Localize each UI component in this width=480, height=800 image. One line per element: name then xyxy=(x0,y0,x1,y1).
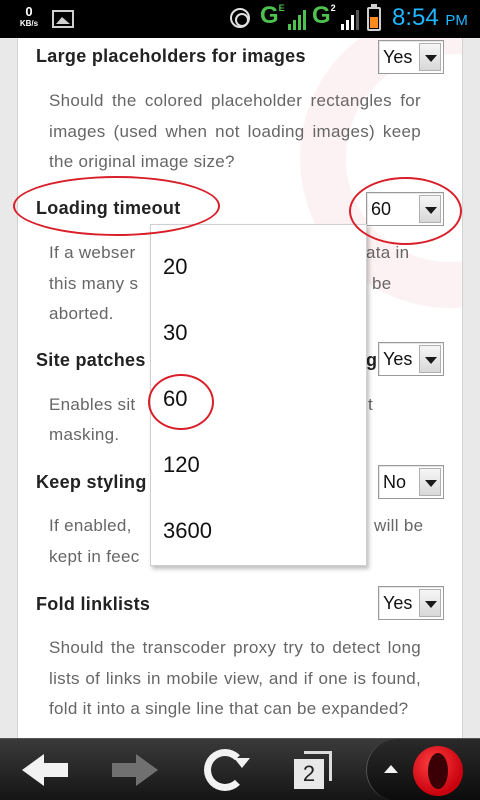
status-bar: 0 KB/s GE G2 8:54 PM xyxy=(0,0,480,38)
chevron-down-icon xyxy=(419,468,441,496)
select-value: Yes xyxy=(383,47,413,67)
setting-description-loading-timeout-tail: aborted. xyxy=(49,304,114,323)
clock: 8:54 PM xyxy=(392,4,468,31)
setting-description-fold-linklists: Should the transcoder proxy try to detec… xyxy=(49,638,421,718)
opera-logo-icon[interactable] xyxy=(413,746,463,796)
select-fold-linklists[interactable]: Yes xyxy=(378,586,444,620)
left-rail xyxy=(0,38,18,738)
signal-icon-2 xyxy=(341,8,361,30)
dropdown-option[interactable]: 20 xyxy=(163,254,187,280)
signal-icon xyxy=(288,8,308,30)
setting-description-keep-styling-start: If enabled, xyxy=(49,516,132,535)
back-arrow-icon[interactable] xyxy=(22,754,70,786)
browser-toolbar: 2 xyxy=(0,738,480,800)
data-rate-indicator: 0 KB/s xyxy=(14,5,44,28)
battery-icon xyxy=(367,4,381,31)
select-large-placeholders[interactable]: Yes xyxy=(378,40,444,74)
right-rail xyxy=(462,38,480,738)
setting-description-site-patches-start: Enables sit xyxy=(49,395,136,414)
select-value: Yes xyxy=(383,349,413,369)
select-value: Yes xyxy=(383,593,413,613)
annotation-circle-select xyxy=(349,177,462,245)
setting-description-loading-timeout-mid: this many s xyxy=(49,274,139,293)
setting-description-loading-timeout-start: If a webser xyxy=(49,243,136,262)
data-rate-unit: KB/s xyxy=(19,19,39,28)
setting-description-site-patches-end: t xyxy=(368,395,374,414)
dropdown-option[interactable]: 30 xyxy=(163,320,187,346)
data-rate-value: 0 xyxy=(25,4,33,19)
setting-description-loading-timeout-end2: be xyxy=(372,274,392,293)
tab-count: 2 xyxy=(294,759,324,789)
tabs-icon[interactable]: 2 xyxy=(292,751,336,791)
dropdown-option[interactable]: 3600 xyxy=(163,518,212,544)
chevron-down-icon xyxy=(419,589,441,617)
setting-label-keep-styling: Keep styling xyxy=(36,472,147,492)
select-site-patches[interactable]: Yes xyxy=(378,342,444,376)
setting-description-keep-styling-end: will be xyxy=(374,516,424,535)
sync-globe-icon xyxy=(230,8,250,28)
settings-page: Large placeholders for images Yes Should… xyxy=(0,38,480,738)
network-type-1: GE xyxy=(260,2,285,29)
setting-label-site-patches-tail: g xyxy=(366,350,378,370)
image-notification-icon xyxy=(52,10,74,28)
menu-up-icon[interactable] xyxy=(384,765,398,773)
select-keep-styling[interactable]: No xyxy=(378,465,444,499)
setting-label-fold-linklists: Fold linklists xyxy=(36,594,151,614)
setting-label-large-placeholders: Large placeholders for images xyxy=(36,46,306,66)
annotation-circle-label xyxy=(13,176,220,236)
setting-description-large-placeholders: Should the colored placeholder rectangle… xyxy=(49,91,421,171)
annotation-circle-option xyxy=(148,374,214,430)
chevron-down-icon xyxy=(419,345,441,373)
reload-icon[interactable] xyxy=(204,749,250,791)
network-type-2: G2 xyxy=(312,2,336,29)
setting-description-site-patches-tail: masking. xyxy=(49,425,120,444)
select-value: No xyxy=(383,472,407,492)
setting-label-site-patches: Site patches xyxy=(36,350,146,370)
setting-description-keep-styling-tail: kept in feec xyxy=(49,547,140,566)
chevron-down-icon xyxy=(419,43,441,71)
forward-arrow-icon[interactable] xyxy=(110,754,158,786)
dropdown-option[interactable]: 120 xyxy=(163,452,200,478)
